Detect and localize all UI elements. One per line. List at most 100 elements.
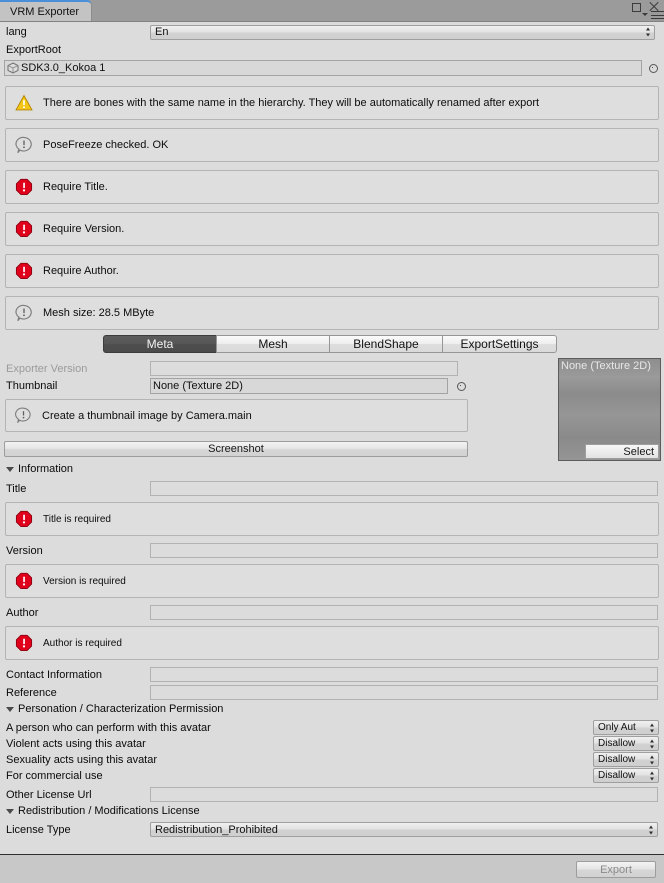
license-type-label: License Type <box>6 823 71 836</box>
thumbnail-hint-text: Create a thumbnail image by Camera.main <box>42 409 252 422</box>
meta-tabstrip: Meta Mesh BlendShape ExportSettings <box>103 335 557 353</box>
message-box-error: Require Version. <box>5 212 659 246</box>
chevron-updown-icon <box>650 738 655 749</box>
tab-meta[interactable]: Meta <box>103 335 216 353</box>
permission-section-label: Personation / Characterization Permissio… <box>18 703 224 715</box>
message-text: Mesh size: 28.5 MByte <box>43 307 155 319</box>
field-label: Author <box>6 606 39 619</box>
thumbnail-objectfield[interactable]: None (Texture 2D) <box>150 378 448 394</box>
chevron-updown-icon <box>650 770 655 781</box>
field-row-reference: Reference <box>0 685 664 700</box>
permission-row: Sexuality acts using this avatar Disallow <box>0 752 664 767</box>
chevron-updown-icon <box>646 27 651 38</box>
tab-blendshape[interactable]: BlendShape <box>329 335 442 353</box>
field-row-version: Version <box>0 543 664 558</box>
chevron-updown-icon <box>649 824 654 835</box>
information-foldout[interactable]: Information <box>6 463 73 475</box>
thumbnail-preview-caption: None (Texture 2D) <box>561 360 651 372</box>
chevron-down-icon <box>6 467 14 472</box>
maximize-icon[interactable] <box>630 1 642 12</box>
field-row-contact-information: Contact Information <box>0 667 664 682</box>
export-root-objectfield[interactable]: SDK3.0_Kokoa 1 <box>4 60 642 76</box>
lang-dropdown[interactable]: En <box>150 24 655 40</box>
license-type-dropdown[interactable]: Redistribution_Prohibited <box>150 822 658 837</box>
object-picker-icon[interactable] <box>647 62 660 75</box>
message-text: PoseFreeze checked. OK <box>43 139 169 151</box>
field-input[interactable] <box>150 605 658 620</box>
lang-row: lang En <box>0 24 664 40</box>
window-titlebar: VRM Exporter <box>0 0 664 22</box>
export-button[interactable]: Export <box>576 861 656 878</box>
field-input[interactable] <box>150 481 658 496</box>
error-icon <box>15 178 33 196</box>
thumbnail-hint-helpbox: Create a thumbnail image by Camera.main <box>5 399 468 432</box>
gameobject-cube-icon <box>7 62 19 74</box>
other-license-url-input[interactable] <box>150 787 658 802</box>
message-text: Require Author. <box>43 265 119 277</box>
chevron-updown-icon <box>650 722 655 733</box>
permission-dropdown[interactable]: Disallow <box>593 768 659 783</box>
export-root-value: SDK3.0_Kokoa 1 <box>21 62 106 74</box>
field-row-author: Author <box>0 605 664 620</box>
redistribution-foldout[interactable]: Redistribution / Modifications License <box>6 805 200 817</box>
permission-label: Violent acts using this avatar <box>6 737 146 750</box>
exporter-version-field <box>150 361 458 376</box>
options-menu-icon[interactable] <box>642 11 664 20</box>
footer-bar: Export <box>0 854 664 883</box>
field-label: Reference <box>6 686 57 699</box>
field-error-text: Version is required <box>43 575 126 587</box>
permission-foldout[interactable]: Personation / Characterization Permissio… <box>6 703 223 715</box>
thumbnail-preview: None (Texture 2D) Select <box>558 358 661 461</box>
thumbnail-picker-icon[interactable] <box>455 380 468 393</box>
thumbnail-row: Thumbnail None (Texture 2D) <box>0 378 480 394</box>
message-box-info: PoseFreeze checked. OK <box>5 128 659 162</box>
message-text: There are bones with the same name in th… <box>43 97 540 109</box>
vrm-exporter-window: VRM Exporter lang En ExportRoot SDK3.0_K… <box>0 0 664 883</box>
permission-dropdown-value: Disallow <box>598 770 636 781</box>
info-icon <box>15 407 31 423</box>
permission-label: For commercial use <box>6 769 103 782</box>
exporter-version-row: Exporter Version <box>0 361 480 376</box>
field-input[interactable] <box>150 543 658 558</box>
window-tab-vrm-exporter[interactable]: VRM Exporter <box>0 0 93 21</box>
chevron-down-icon <box>6 809 14 814</box>
error-icon <box>15 220 33 238</box>
field-input[interactable] <box>150 685 658 700</box>
message-box-warning: There are bones with the same name in th… <box>5 86 659 120</box>
thumbnail-label: Thumbnail <box>6 380 58 392</box>
field-error-box: Author is required <box>5 626 659 660</box>
permission-dropdown[interactable]: Disallow <box>593 752 659 767</box>
field-row-title: Title <box>0 481 664 496</box>
info-icon <box>15 304 32 322</box>
error-icon <box>15 572 33 590</box>
info-icon <box>15 136 32 154</box>
lang-dropdown-value: En <box>155 26 169 38</box>
field-label: Contact Information <box>6 668 102 681</box>
tab-mesh[interactable]: Mesh <box>216 335 329 353</box>
permission-label: A person who can perform with this avata… <box>6 721 211 734</box>
information-section-label: Information <box>18 463 74 475</box>
message-text: Require Version. <box>43 223 125 235</box>
thumbnail-value: None (Texture 2D) <box>153 380 243 392</box>
permission-dropdown[interactable]: Only Aut <box>593 720 659 735</box>
permission-dropdown-value: Disallow <box>598 738 636 749</box>
export-root-label: ExportRoot <box>6 44 62 56</box>
error-icon <box>15 510 33 528</box>
message-box-error: Require Author. <box>5 254 659 288</box>
other-license-url-label: Other License Url <box>6 788 92 801</box>
lang-label: lang <box>6 26 27 38</box>
thumbnail-select-button[interactable]: Select <box>585 444 659 459</box>
screenshot-button[interactable]: Screenshot <box>4 441 468 457</box>
permission-dropdown[interactable]: Disallow <box>593 736 659 751</box>
message-box-error: Require Title. <box>5 170 659 204</box>
field-label: Title <box>6 482 27 495</box>
permission-row: A person who can perform with this avata… <box>0 720 664 735</box>
message-text: Require Title. <box>43 181 108 193</box>
tab-exportsettings[interactable]: ExportSettings <box>442 335 557 353</box>
field-error-text: Author is required <box>43 637 122 649</box>
chevron-down-icon <box>6 707 14 712</box>
permission-dropdown-value: Disallow <box>598 754 636 765</box>
field-error-box: Title is required <box>5 502 659 536</box>
field-input[interactable] <box>150 667 658 682</box>
export-root-row: SDK3.0_Kokoa 1 <box>4 60 660 76</box>
